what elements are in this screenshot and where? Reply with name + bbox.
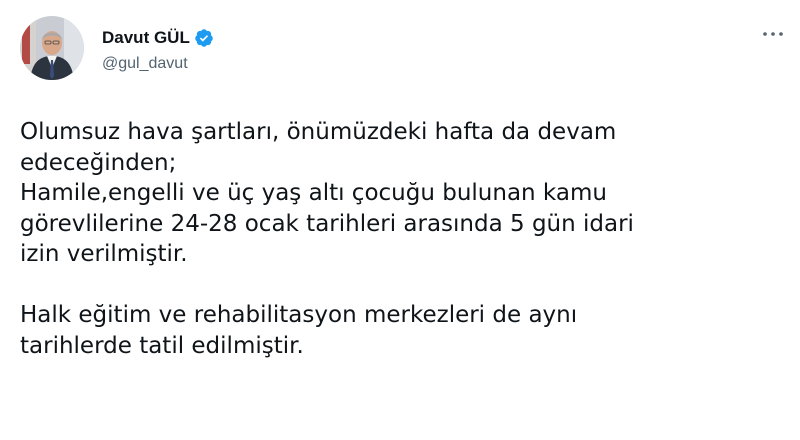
profile-photo-icon — [20, 16, 84, 80]
more-options-button[interactable] — [758, 24, 788, 44]
ellipsis-icon — [763, 32, 783, 36]
tweet-text-line: görevlilerine 24-28 ocak tarihleri arası… — [20, 210, 634, 237]
tweet-text-line: izin verilmiştir. — [20, 241, 188, 267]
tweet-text-line: Olumsuz hava şartları, önümüzdeki hafta … — [20, 119, 617, 145]
tweet-text-line: Hamile,engelli ve üç yaş altı çocuğu bul… — [20, 180, 607, 206]
author-handle[interactable]: @gul_davut — [102, 55, 188, 73]
author-display-name[interactable]: Davut GÜL — [102, 28, 190, 48]
tweet-text-line: edeceğinden; — [20, 149, 177, 176]
tweet-text-line: tarihlerde tatil edilmiştir. — [20, 332, 304, 359]
tweet-card: Davut GÜL @gul_davut Olumsuz hava şartla… — [0, 0, 800, 440]
verified-badge-icon — [194, 28, 214, 48]
tweet-text: Olumsuz hava şartları, önümüzdeki hafta … — [20, 117, 790, 361]
tweet-text-line: Halk eğitim ve rehabilitasyon merkezleri… — [20, 302, 578, 328]
avatar[interactable] — [20, 16, 84, 80]
author-name-row: Davut GÜL — [102, 27, 214, 49]
